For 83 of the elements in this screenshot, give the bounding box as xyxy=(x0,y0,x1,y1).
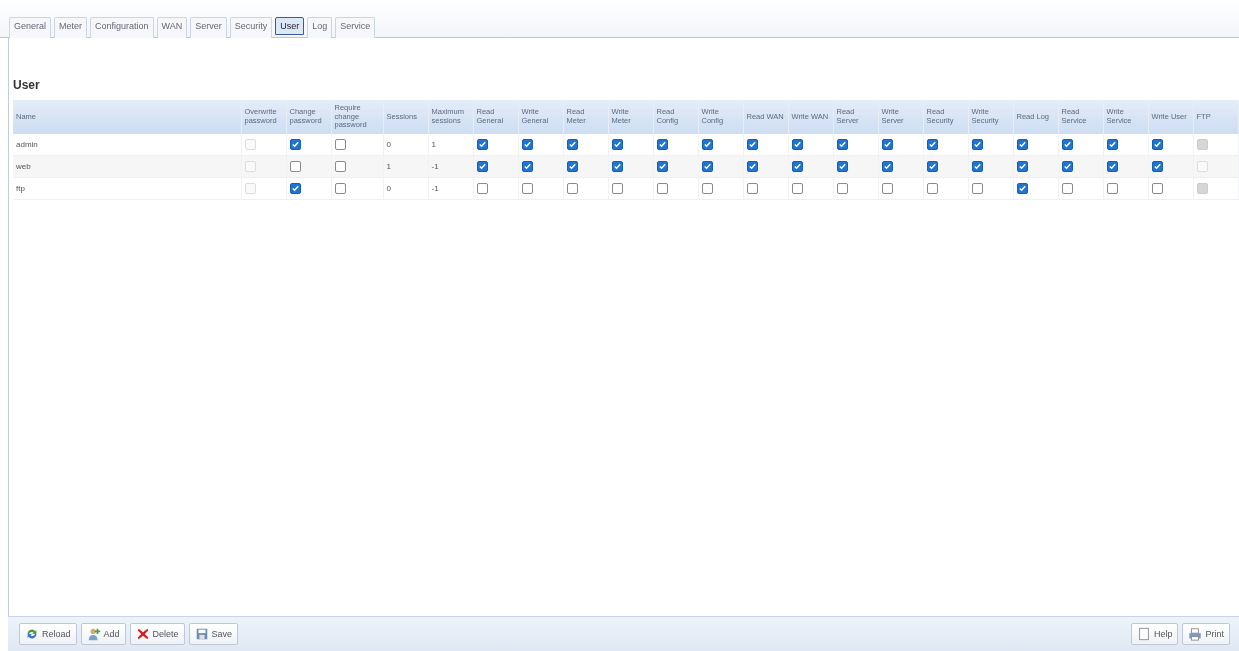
page-icon xyxy=(1136,627,1151,641)
table-cell: admin xyxy=(13,134,241,156)
checkbox[interactable] xyxy=(566,161,578,172)
checkbox[interactable] xyxy=(611,183,623,194)
table-cell: -1 xyxy=(428,177,473,200)
checkbox[interactable] xyxy=(289,161,301,172)
checkbox[interactable] xyxy=(656,139,668,150)
tab[interactable]: General xyxy=(9,17,52,38)
checkbox[interactable] xyxy=(1151,183,1163,194)
checkbox[interactable] xyxy=(521,161,533,172)
checkbox[interactable] xyxy=(1016,139,1028,150)
checkbox[interactable] xyxy=(881,183,893,194)
help-button[interactable]: Help xyxy=(1130,623,1179,645)
checkbox[interactable] xyxy=(611,139,623,150)
tab[interactable]: Configuration xyxy=(90,17,154,38)
table-cell: 0 xyxy=(383,177,428,200)
checkbox[interactable] xyxy=(746,183,758,194)
checkbox[interactable] xyxy=(289,139,301,150)
checkbox[interactable] xyxy=(926,161,938,172)
checkbox[interactable] xyxy=(836,183,848,194)
print-button[interactable]: Print xyxy=(1182,623,1230,645)
checkbox[interactable] xyxy=(1016,183,1028,194)
checkbox[interactable] xyxy=(971,161,983,172)
tab[interactable]: Service xyxy=(335,17,376,38)
section-title: User xyxy=(13,78,41,92)
tab[interactable]: Security xyxy=(229,17,273,38)
checkbox[interactable] xyxy=(971,183,983,194)
checkbox[interactable] xyxy=(926,183,938,194)
checkbox[interactable] xyxy=(476,139,488,150)
save-icon xyxy=(194,627,209,641)
checkbox[interactable] xyxy=(566,183,578,194)
checkbox[interactable] xyxy=(1061,161,1073,172)
print-icon xyxy=(1188,627,1203,641)
tab[interactable]: WAN xyxy=(156,17,188,38)
checkbox[interactable] xyxy=(334,139,346,150)
checkbox[interactable] xyxy=(289,183,301,194)
checkbox[interactable] xyxy=(334,161,346,172)
checkbox[interactable] xyxy=(881,161,893,172)
table-cell: 0 xyxy=(383,134,428,156)
reload-button[interactable]: Reload xyxy=(19,623,77,645)
checkbox[interactable] xyxy=(701,139,713,150)
table-cell: web xyxy=(13,155,241,178)
table-cell: ftp xyxy=(13,177,241,200)
checkbox[interactable] xyxy=(701,161,713,172)
user-add-icon xyxy=(86,627,101,641)
checkbox[interactable] xyxy=(836,139,848,150)
checkbox[interactable] xyxy=(971,139,983,150)
checkbox[interactable] xyxy=(521,183,533,194)
checkbox[interactable] xyxy=(836,161,848,172)
checkbox[interactable] xyxy=(791,161,803,172)
checkbox[interactable] xyxy=(476,161,488,172)
checkbox[interactable] xyxy=(1106,161,1118,172)
checkbox[interactable] xyxy=(746,161,758,172)
checkbox[interactable] xyxy=(791,183,803,194)
checkbox[interactable] xyxy=(1106,183,1118,194)
checkbox[interactable] xyxy=(791,139,803,150)
checkbox[interactable] xyxy=(1151,139,1163,150)
delete-icon xyxy=(135,627,150,641)
table-cell: 1 xyxy=(428,134,473,156)
checkbox[interactable] xyxy=(881,139,893,150)
checkbox[interactable] xyxy=(476,183,488,194)
save-button[interactable]: Save xyxy=(188,623,239,645)
checkbox[interactable] xyxy=(1151,161,1163,172)
checkbox[interactable] xyxy=(566,139,578,150)
checkbox[interactable] xyxy=(1106,139,1118,150)
checkbox[interactable] xyxy=(1016,161,1028,172)
checkbox[interactable] xyxy=(1061,139,1073,150)
checkbox[interactable] xyxy=(656,183,668,194)
add-button[interactable]: Add xyxy=(80,623,126,645)
checkbox[interactable] xyxy=(611,161,623,172)
tab[interactable]: Server xyxy=(190,17,227,38)
checkbox[interactable] xyxy=(746,139,758,150)
checkbox[interactable] xyxy=(656,161,668,172)
tab[interactable]: Meter xyxy=(54,17,88,38)
checkbox[interactable] xyxy=(1061,183,1073,194)
checkbox[interactable] xyxy=(521,139,533,150)
checkbox[interactable] xyxy=(701,183,713,194)
checkbox[interactable] xyxy=(334,183,346,194)
tab[interactable]: User xyxy=(275,17,305,35)
tab[interactable]: Log xyxy=(307,17,333,38)
checkbox[interactable] xyxy=(926,139,938,150)
delete-button[interactable]: Delete xyxy=(129,623,185,645)
reload-icon xyxy=(25,627,39,641)
